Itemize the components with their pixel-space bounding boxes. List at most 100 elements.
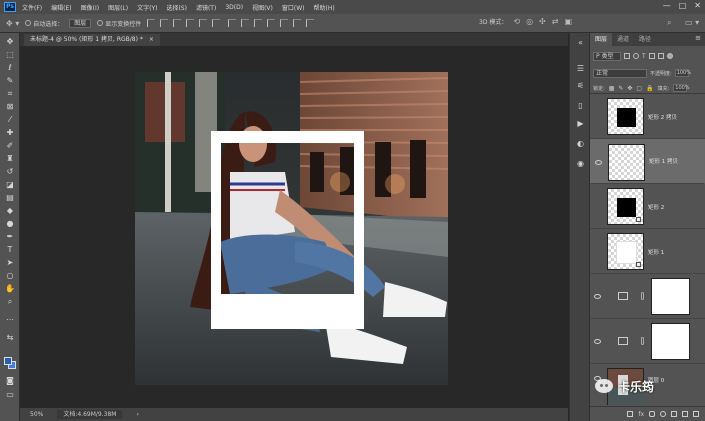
tab-channels[interactable]: 通道 (612, 33, 634, 46)
history-brush-tool-icon[interactable]: ↺ (5, 167, 15, 177)
distribute-hcenter-icon[interactable] (280, 19, 289, 27)
minimize-button[interactable]: — (663, 1, 671, 10)
auto-select-checkbox[interactable] (25, 20, 32, 26)
menu-select[interactable]: 选择(S) (166, 3, 187, 12)
menu-layer[interactable]: 图层(L) (108, 3, 128, 12)
opacity-input[interactable]: 100% (674, 69, 691, 77)
document-tab[interactable]: 未标题-4 @ 50% (矩形 1 拷贝, RGB/8) * × (24, 34, 160, 46)
filter-smart-icon[interactable] (657, 53, 664, 59)
auto-select-option[interactable]: 自动选择： (25, 19, 63, 28)
new-layer-icon[interactable] (682, 411, 688, 417)
layer-row[interactable]: 矩形 1 拷贝 (590, 139, 705, 184)
document-tab-close[interactable]: × (149, 34, 154, 46)
mask-link-icon[interactable] (641, 292, 644, 300)
filter-shape-icon[interactable] (648, 53, 655, 59)
maximize-button[interactable]: □ (679, 1, 687, 10)
path-select-tool-icon[interactable]: ➤ (5, 258, 15, 268)
blur-tool-icon[interactable]: ◆ (5, 206, 15, 216)
menu-help[interactable]: 帮助(H) (314, 3, 335, 12)
layer-row[interactable]: 矩形 2 (590, 184, 705, 229)
lock-pixels-icon[interactable]: ✎ (618, 85, 623, 92)
drag-3d-icon[interactable]: ✣ (539, 17, 546, 26)
layer-mask-thumbnail[interactable] (651, 323, 690, 360)
add-mask-icon[interactable] (649, 411, 655, 417)
foreground-color-swatch[interactable] (4, 357, 12, 365)
lasso-tool-icon[interactable]: ℓ (5, 63, 15, 73)
scale-3d-icon[interactable]: ▣ (564, 17, 572, 26)
align-top-icon[interactable] (147, 19, 156, 27)
history-icon[interactable]: ▯ (575, 100, 586, 111)
quick-select-tool-icon[interactable]: ✎ (5, 76, 15, 86)
roll-3d-icon[interactable]: ◎ (526, 17, 533, 26)
properties-icon[interactable]: ☰ (575, 63, 586, 74)
swatches-icon[interactable]: ◉ (575, 158, 586, 169)
clone-stamp-tool-icon[interactable]: ♜ (5, 154, 15, 164)
align-vcenter-icon[interactable] (160, 19, 169, 27)
filter-kind-dropdown[interactable]: P 类型 (593, 51, 621, 61)
menu-filter[interactable]: 滤镜(T) (196, 3, 216, 12)
orbit-3d-icon[interactable]: ⟲ (513, 17, 520, 26)
menu-edit[interactable]: 编辑(E) (51, 3, 71, 12)
layer-mask-thumbnail[interactable] (651, 278, 690, 315)
move-tool-icon[interactable]: ✥ ▾ (6, 19, 19, 28)
menu-view[interactable]: 视图(V) (252, 3, 273, 12)
marquee-tool-icon[interactable]: ⬚ (5, 50, 15, 60)
workspace-icon[interactable]: ▭ ▾ (685, 18, 699, 27)
layer-row[interactable]: 矩形 1 (590, 229, 705, 274)
align-bottom-icon[interactable] (173, 19, 182, 27)
visibility-eye-icon[interactable] (595, 160, 602, 165)
actions-icon[interactable]: ▶ (575, 118, 586, 129)
frame-tool-icon[interactable]: ⊠ (5, 102, 15, 112)
lock-transparent-icon[interactable]: ▦ (609, 85, 615, 92)
layer-row[interactable] (590, 319, 705, 364)
filter-toggle-icon[interactable] (666, 53, 673, 59)
menu-3d[interactable]: 3D(D) (225, 4, 243, 11)
lock-position-icon[interactable]: ✥ (627, 85, 632, 92)
quick-mask-icon[interactable]: ◙ (5, 376, 15, 386)
align-left-icon[interactable] (186, 19, 195, 27)
link-layers-icon[interactable] (627, 411, 634, 417)
collapse-panels-icon[interactable]: « (575, 37, 586, 48)
zoom-level[interactable]: 50% (30, 411, 43, 418)
menu-file[interactable]: 文件(F) (22, 3, 42, 12)
menu-window[interactable]: 窗口(W) (282, 3, 305, 12)
tab-layers[interactable]: 图层 (590, 33, 613, 46)
fill-input[interactable]: 100% (673, 84, 690, 92)
eyedropper-tool-icon[interactable]: ⁄ (5, 115, 15, 125)
type-tool-icon[interactable]: T (5, 245, 15, 255)
mask-link-icon[interactable] (641, 337, 644, 345)
adjustments-icon[interactable]: ⚟ (575, 80, 586, 91)
layer-row[interactable]: 矩形 2 拷贝 (590, 94, 705, 139)
auto-align-icon[interactable] (306, 19, 315, 27)
shape-tool-icon[interactable]: ○ (5, 271, 15, 281)
slide-3d-icon[interactable]: ⇄ (552, 17, 559, 26)
more-tools-icon[interactable]: … (5, 313, 15, 323)
distribute-top-icon[interactable] (228, 19, 237, 27)
menu-image[interactable]: 图像(I) (81, 3, 99, 12)
filter-pixel-icon[interactable] (624, 53, 630, 59)
pen-tool-icon[interactable]: ✒ (5, 232, 15, 242)
layer-style-icon[interactable]: fx (638, 411, 644, 418)
canvas-photo[interactable] (135, 72, 448, 385)
auto-select-target-dropdown[interactable]: 图层 (69, 18, 92, 28)
distribute-vcenter-icon[interactable] (241, 19, 250, 27)
visibility-eye-icon[interactable] (594, 294, 601, 299)
brush-tool-icon[interactable]: ✐ (5, 141, 15, 151)
lock-all-icon[interactable]: 🔒 (646, 85, 653, 92)
healing-tool-icon[interactable]: ✚ (5, 128, 15, 138)
crop-tool-icon[interactable]: ⌗ (5, 89, 15, 99)
move-tool-icon[interactable]: ✥ (5, 37, 15, 47)
swap-colors-icon[interactable]: ⇆ (5, 333, 15, 343)
align-hcenter-icon[interactable] (199, 19, 208, 27)
menu-type[interactable]: 文字(Y) (137, 3, 157, 12)
status-menu-arrow[interactable]: › (136, 411, 138, 418)
layer-row[interactable] (590, 274, 705, 319)
distribute-bottom-icon[interactable] (254, 19, 263, 27)
show-transform-checkbox[interactable] (97, 20, 104, 26)
eraser-tool-icon[interactable]: ◪ (5, 180, 15, 190)
gradient-tool-icon[interactable]: ▤ (5, 193, 15, 203)
distribute-left-icon[interactable] (267, 19, 276, 27)
align-right-icon[interactable] (212, 19, 221, 27)
show-transform-option[interactable]: 显示变换控件 (97, 19, 141, 28)
filter-type-icon[interactable]: T (642, 53, 646, 60)
